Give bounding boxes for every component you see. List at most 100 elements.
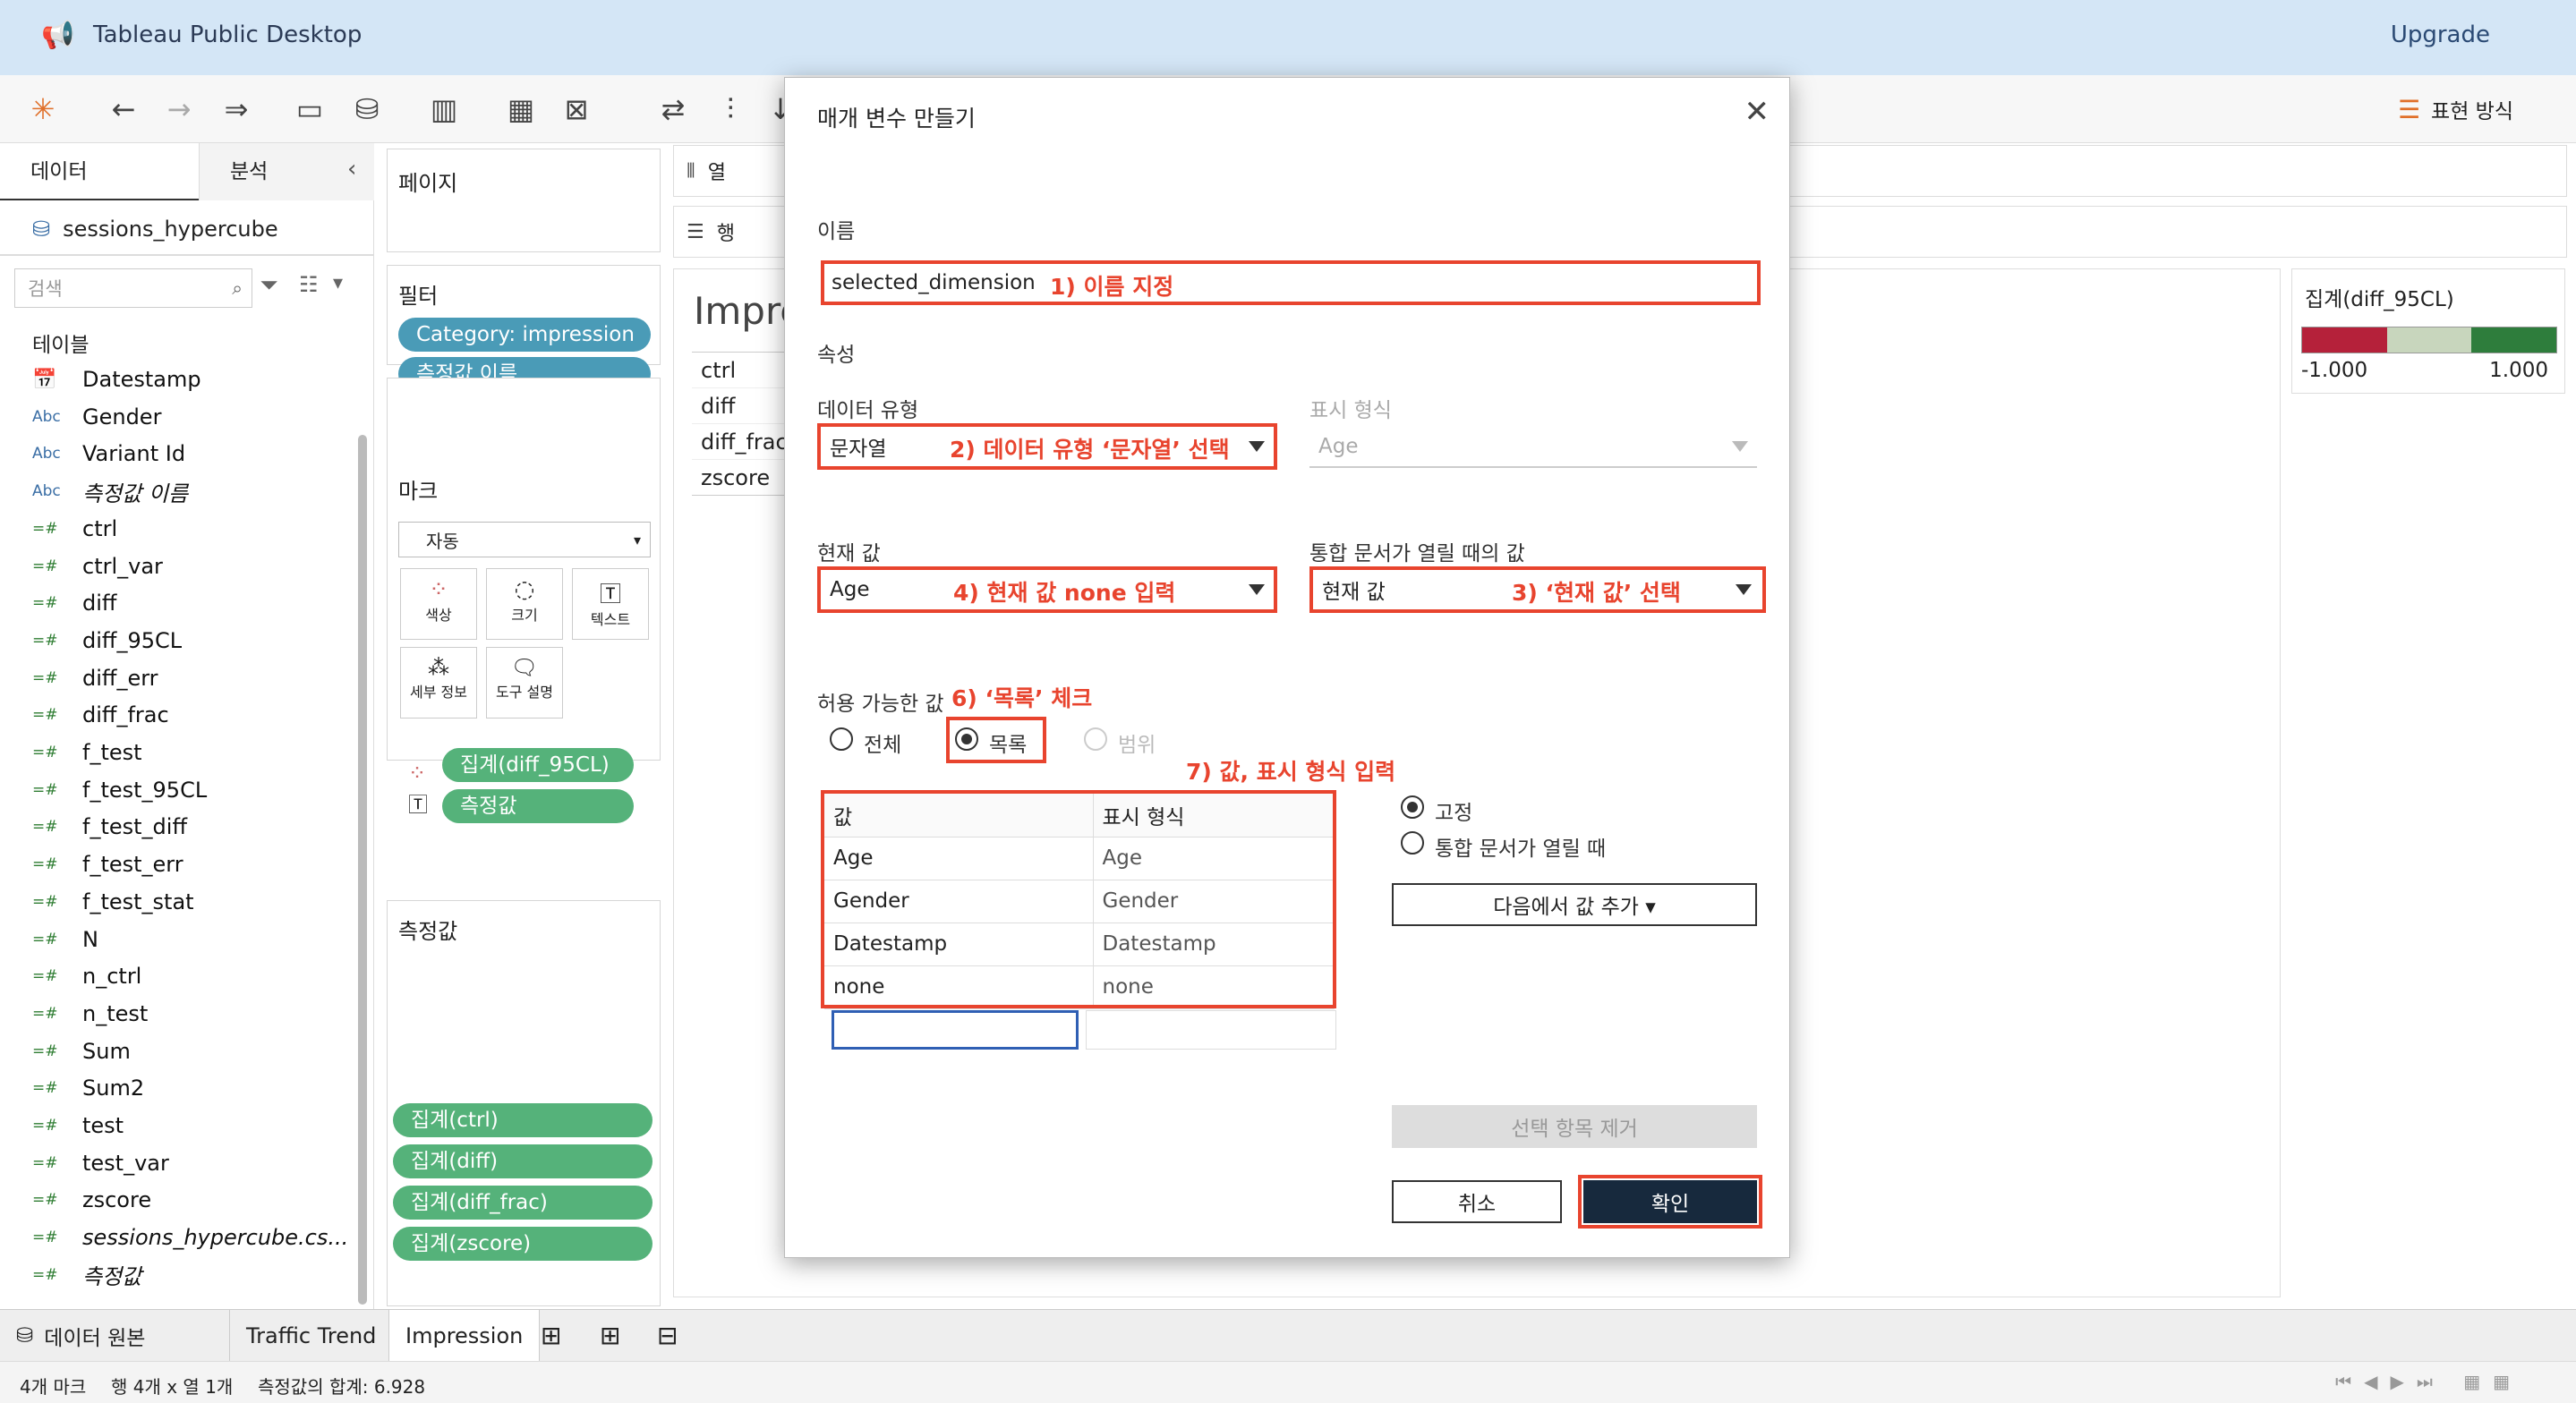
- radio-all[interactable]: [830, 727, 853, 751]
- display-format-select: Age: [1309, 427, 1757, 468]
- chevron-down-icon: [1732, 441, 1748, 452]
- mark-tooltip-button[interactable]: 🗨 도구 설명: [486, 647, 563, 719]
- measure-icon: =#: [32, 706, 58, 725]
- new-worksheet-icon[interactable]: ⊞: [541, 1321, 561, 1350]
- radio-fixed[interactable]: [1401, 795, 1424, 819]
- datasource-tab[interactable]: ⛁ 데이터 원본: [16, 1321, 145, 1351]
- filter-pill-category[interactable]: Category: impression: [398, 318, 651, 352]
- field-item[interactable]: =# sessions_hypercube.cs...: [32, 1220, 348, 1255]
- field-item[interactable]: =# 측정값: [32, 1257, 141, 1293]
- field-item[interactable]: =# Sum2: [32, 1070, 144, 1106]
- marks-label: 마크: [398, 479, 439, 504]
- measures-card: 측정값 집계(ctrl) 집계(diff) 집계(diff_frac) 집계(z…: [387, 900, 661, 1306]
- new-value-input[interactable]: [832, 1010, 1079, 1050]
- row-header-zscore: zscore: [692, 460, 799, 496]
- swap-icon[interactable]: ⇄: [655, 91, 691, 127]
- display-format-value: Age: [1318, 435, 1359, 458]
- field-item[interactable]: =# zscore: [32, 1182, 151, 1218]
- field-item[interactable]: Abc 측정값 이름: [32, 473, 188, 509]
- back-icon[interactable]: ←: [106, 91, 141, 127]
- field-name: Sum: [82, 1038, 131, 1064]
- redo-icon[interactable]: ⇒: [218, 91, 254, 127]
- datasource-item[interactable]: ⛁ sessions_hypercube: [32, 202, 278, 256]
- field-item[interactable]: =# f_test: [32, 735, 142, 770]
- add-values-from-button[interactable]: 다음에서 값 추가 ▾: [1392, 883, 1757, 926]
- new-story-icon[interactable]: ⊟: [657, 1321, 678, 1350]
- duplicate-icon[interactable]: ▦: [503, 91, 539, 127]
- close-icon[interactable]: ✕: [1744, 94, 1770, 130]
- legend-min: -1.000: [2301, 359, 2368, 382]
- field-item[interactable]: Abc Gender: [32, 399, 161, 435]
- sort-ascending-icon[interactable]: ⫶: [712, 91, 748, 127]
- remove-selected-button[interactable]: 선택 항목 제거: [1392, 1105, 1757, 1148]
- field-item[interactable]: =# diff: [32, 585, 116, 621]
- tables-label: 테이블: [32, 334, 90, 357]
- status-sum: 측정값의 합계: 6.928: [258, 1376, 426, 1398]
- field-name: diff_err: [82, 665, 158, 691]
- field-item[interactable]: =# f_test_err: [32, 846, 183, 882]
- field-item[interactable]: =# diff_95CL: [32, 623, 182, 659]
- field-item[interactable]: =# n_ctrl: [32, 958, 141, 994]
- mark-pill-diff95cl[interactable]: 집계(diff_95CL): [442, 748, 634, 782]
- save-icon[interactable]: ▭: [292, 91, 328, 127]
- new-dashboard-icon[interactable]: ⊞: [600, 1321, 620, 1350]
- highlight-list: [946, 717, 1046, 763]
- field-item[interactable]: =# diff_frac: [32, 697, 169, 733]
- pager-icons[interactable]: ⏮◀▶⏭ ▦▦: [2335, 1371, 2522, 1392]
- pages-card[interactable]: 페이지: [387, 149, 661, 252]
- clear-icon[interactable]: ⊠: [559, 91, 594, 127]
- sheet-tab-impression[interactable]: Impression: [388, 1310, 541, 1362]
- new-sheet-icon[interactable]: ▥: [426, 91, 462, 127]
- show-me-button[interactable]: ☰ 표현 방식: [2398, 91, 2513, 127]
- field-item[interactable]: =# ctrl: [32, 511, 117, 547]
- cancel-button[interactable]: 취소: [1392, 1180, 1562, 1223]
- mark-size-button[interactable]: ◌ 크기: [486, 568, 563, 640]
- measure-pill-zscore[interactable]: 집계(zscore): [393, 1227, 653, 1261]
- field-item[interactable]: =# test_var: [32, 1145, 169, 1181]
- field-name: 측정값 이름: [82, 480, 189, 506]
- forward-icon[interactable]: →: [161, 91, 197, 127]
- view-list-icon[interactable]: ☷: [299, 272, 319, 297]
- filter-icon[interactable]: ⏷: [260, 272, 278, 300]
- radio-on-open[interactable]: [1401, 831, 1424, 855]
- add-datasource-icon[interactable]: ⛁: [349, 91, 385, 127]
- text-icon: 🅃: [600, 582, 621, 607]
- measure-pill-diff[interactable]: 집계(diff): [393, 1144, 653, 1178]
- mark-color-button[interactable]: ⁘ 색상: [400, 568, 477, 640]
- measure-icon: =#: [32, 855, 58, 874]
- field-item[interactable]: 📅 Datestamp: [32, 361, 201, 397]
- tab-data[interactable]: 데이터: [0, 143, 199, 200]
- field-item[interactable]: Abc Variant Id: [32, 436, 185, 472]
- mark-text-button[interactable]: 🅃 텍스트: [572, 568, 649, 640]
- tableau-logo-icon[interactable]: ✳: [25, 91, 61, 127]
- search-input[interactable]: 검색 ⌕: [14, 268, 252, 308]
- field-item[interactable]: =# ctrl_var: [32, 548, 163, 584]
- mark-type-select[interactable]: 자동 ▾: [398, 522, 651, 557]
- field-item[interactable]: =# f_test_diff: [32, 809, 187, 845]
- field-item[interactable]: =# N: [32, 922, 98, 957]
- field-name: f_test_diff: [82, 814, 187, 840]
- legend-max: 1.000: [2489, 359, 2548, 382]
- mark-pill-measure-values[interactable]: 측정값: [442, 789, 634, 823]
- upgrade-link[interactable]: Upgrade: [2391, 21, 2490, 48]
- annotation-6: 6) ‘목록’ 체크: [951, 685, 1093, 711]
- field-item[interactable]: =# diff_err: [32, 660, 158, 696]
- scrollbar[interactable]: [358, 435, 367, 1305]
- field-item[interactable]: =# n_test: [32, 996, 148, 1032]
- dropdown-icon[interactable]: ▾: [333, 272, 343, 294]
- color-legend[interactable]: 집계(diff_95CL) -1.000 1.000: [2291, 268, 2565, 394]
- collapse-icon[interactable]: ‹: [347, 156, 356, 183]
- measure-pill-ctrl[interactable]: 집계(ctrl): [393, 1103, 653, 1137]
- field-item[interactable]: =# test: [32, 1108, 124, 1144]
- sheet-tab-traffic-trend[interactable]: Traffic Trend: [229, 1310, 392, 1362]
- status-rows: 행 4개 x 열 1개: [111, 1376, 234, 1398]
- mark-detail-button[interactable]: ⁂ 세부 정보: [400, 647, 477, 719]
- field-item[interactable]: =# f_test_95CL: [32, 772, 207, 808]
- datasource-name: sessions_hypercube: [63, 217, 278, 242]
- filters-card: 필터 Category: impression 측정값 이름: [387, 265, 661, 391]
- field-item[interactable]: =# f_test_stat: [32, 884, 194, 920]
- field-item[interactable]: =# Sum: [32, 1033, 131, 1069]
- measure-pill-diff-frac[interactable]: 집계(diff_frac): [393, 1186, 653, 1220]
- new-display-input[interactable]: [1086, 1010, 1336, 1050]
- legend-title: 집계(diff_95CL): [2305, 288, 2454, 311]
